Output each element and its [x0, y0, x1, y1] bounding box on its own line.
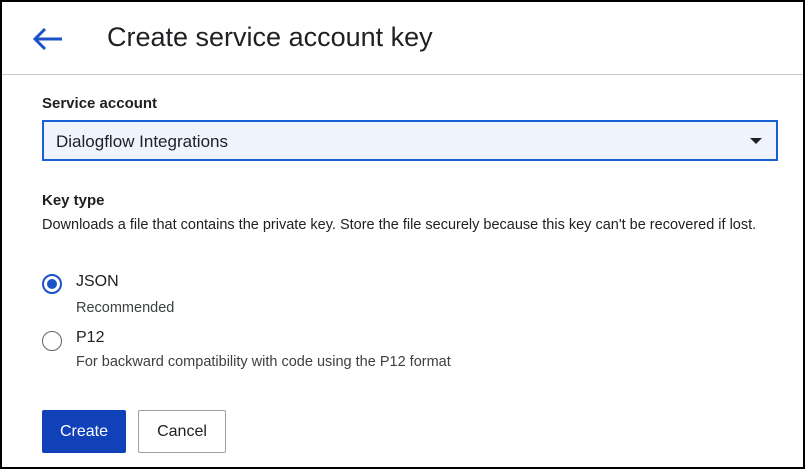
service-account-label: Service account [42, 95, 158, 112]
cancel-button[interactable]: Cancel [138, 410, 226, 453]
dialog: Create service account key Service accou… [0, 0, 805, 469]
radio-p12-label[interactable]: P12 [76, 329, 104, 347]
radio-json[interactable] [42, 274, 62, 294]
key-type-label: Key type [42, 192, 105, 209]
header: Create service account key [2, 2, 803, 75]
caret-down-icon [750, 138, 762, 144]
radio-selected-dot-icon [47, 279, 57, 289]
service-account-value: Dialogflow Integrations [56, 132, 228, 151]
radio-json-label[interactable]: JSON [76, 273, 119, 291]
radio-json-sublabel: Recommended [76, 300, 175, 316]
radio-p12-sublabel: For backward compatibility with code usi… [76, 354, 451, 370]
create-button[interactable]: Create [42, 410, 126, 453]
back-button[interactable] [28, 24, 68, 54]
arrow-left-icon [32, 27, 62, 51]
service-account-select[interactable]: Dialogflow Integrations [42, 120, 778, 161]
radio-p12[interactable] [42, 331, 62, 351]
key-type-description: Downloads a file that contains the priva… [42, 217, 757, 233]
page-title: Create service account key [107, 22, 433, 52]
